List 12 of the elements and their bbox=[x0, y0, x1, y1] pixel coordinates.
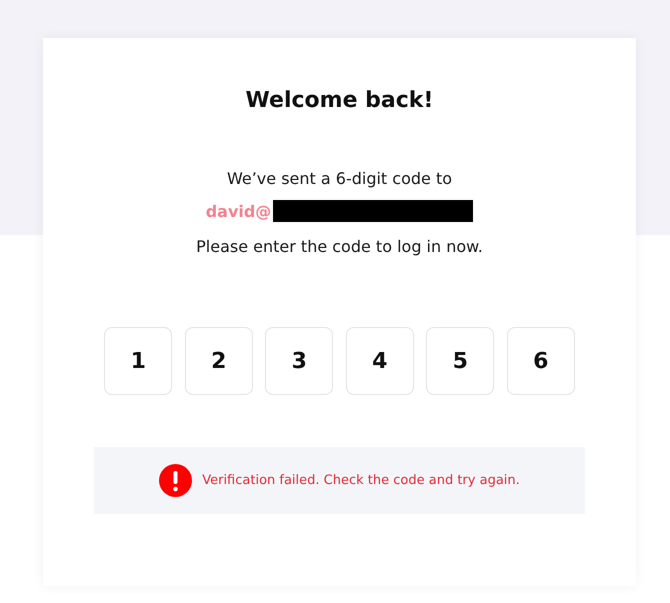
code-digit-field[interactable]: 2 bbox=[184, 327, 253, 395]
alert-icon bbox=[159, 464, 192, 497]
message-text: Please enter the code to log in now. bbox=[196, 236, 483, 258]
email-text: david@ bbox=[206, 202, 272, 220]
code-digit-field[interactable]: 4 bbox=[346, 327, 414, 395]
message-text: We’ve sent a 6-digit code to bbox=[226, 168, 452, 190]
code-digit-field[interactable]: 6 bbox=[506, 327, 575, 395]
page-title: Welcome back! bbox=[246, 87, 434, 115]
code-digit-field[interactable]: 5 bbox=[426, 327, 494, 395]
alert-message: Verification failed. Check the code and try again. bbox=[202, 473, 520, 488]
code-digit-field[interactable]: 3 bbox=[265, 327, 334, 395]
code-digit-field[interactable]: 1 bbox=[104, 327, 172, 395]
